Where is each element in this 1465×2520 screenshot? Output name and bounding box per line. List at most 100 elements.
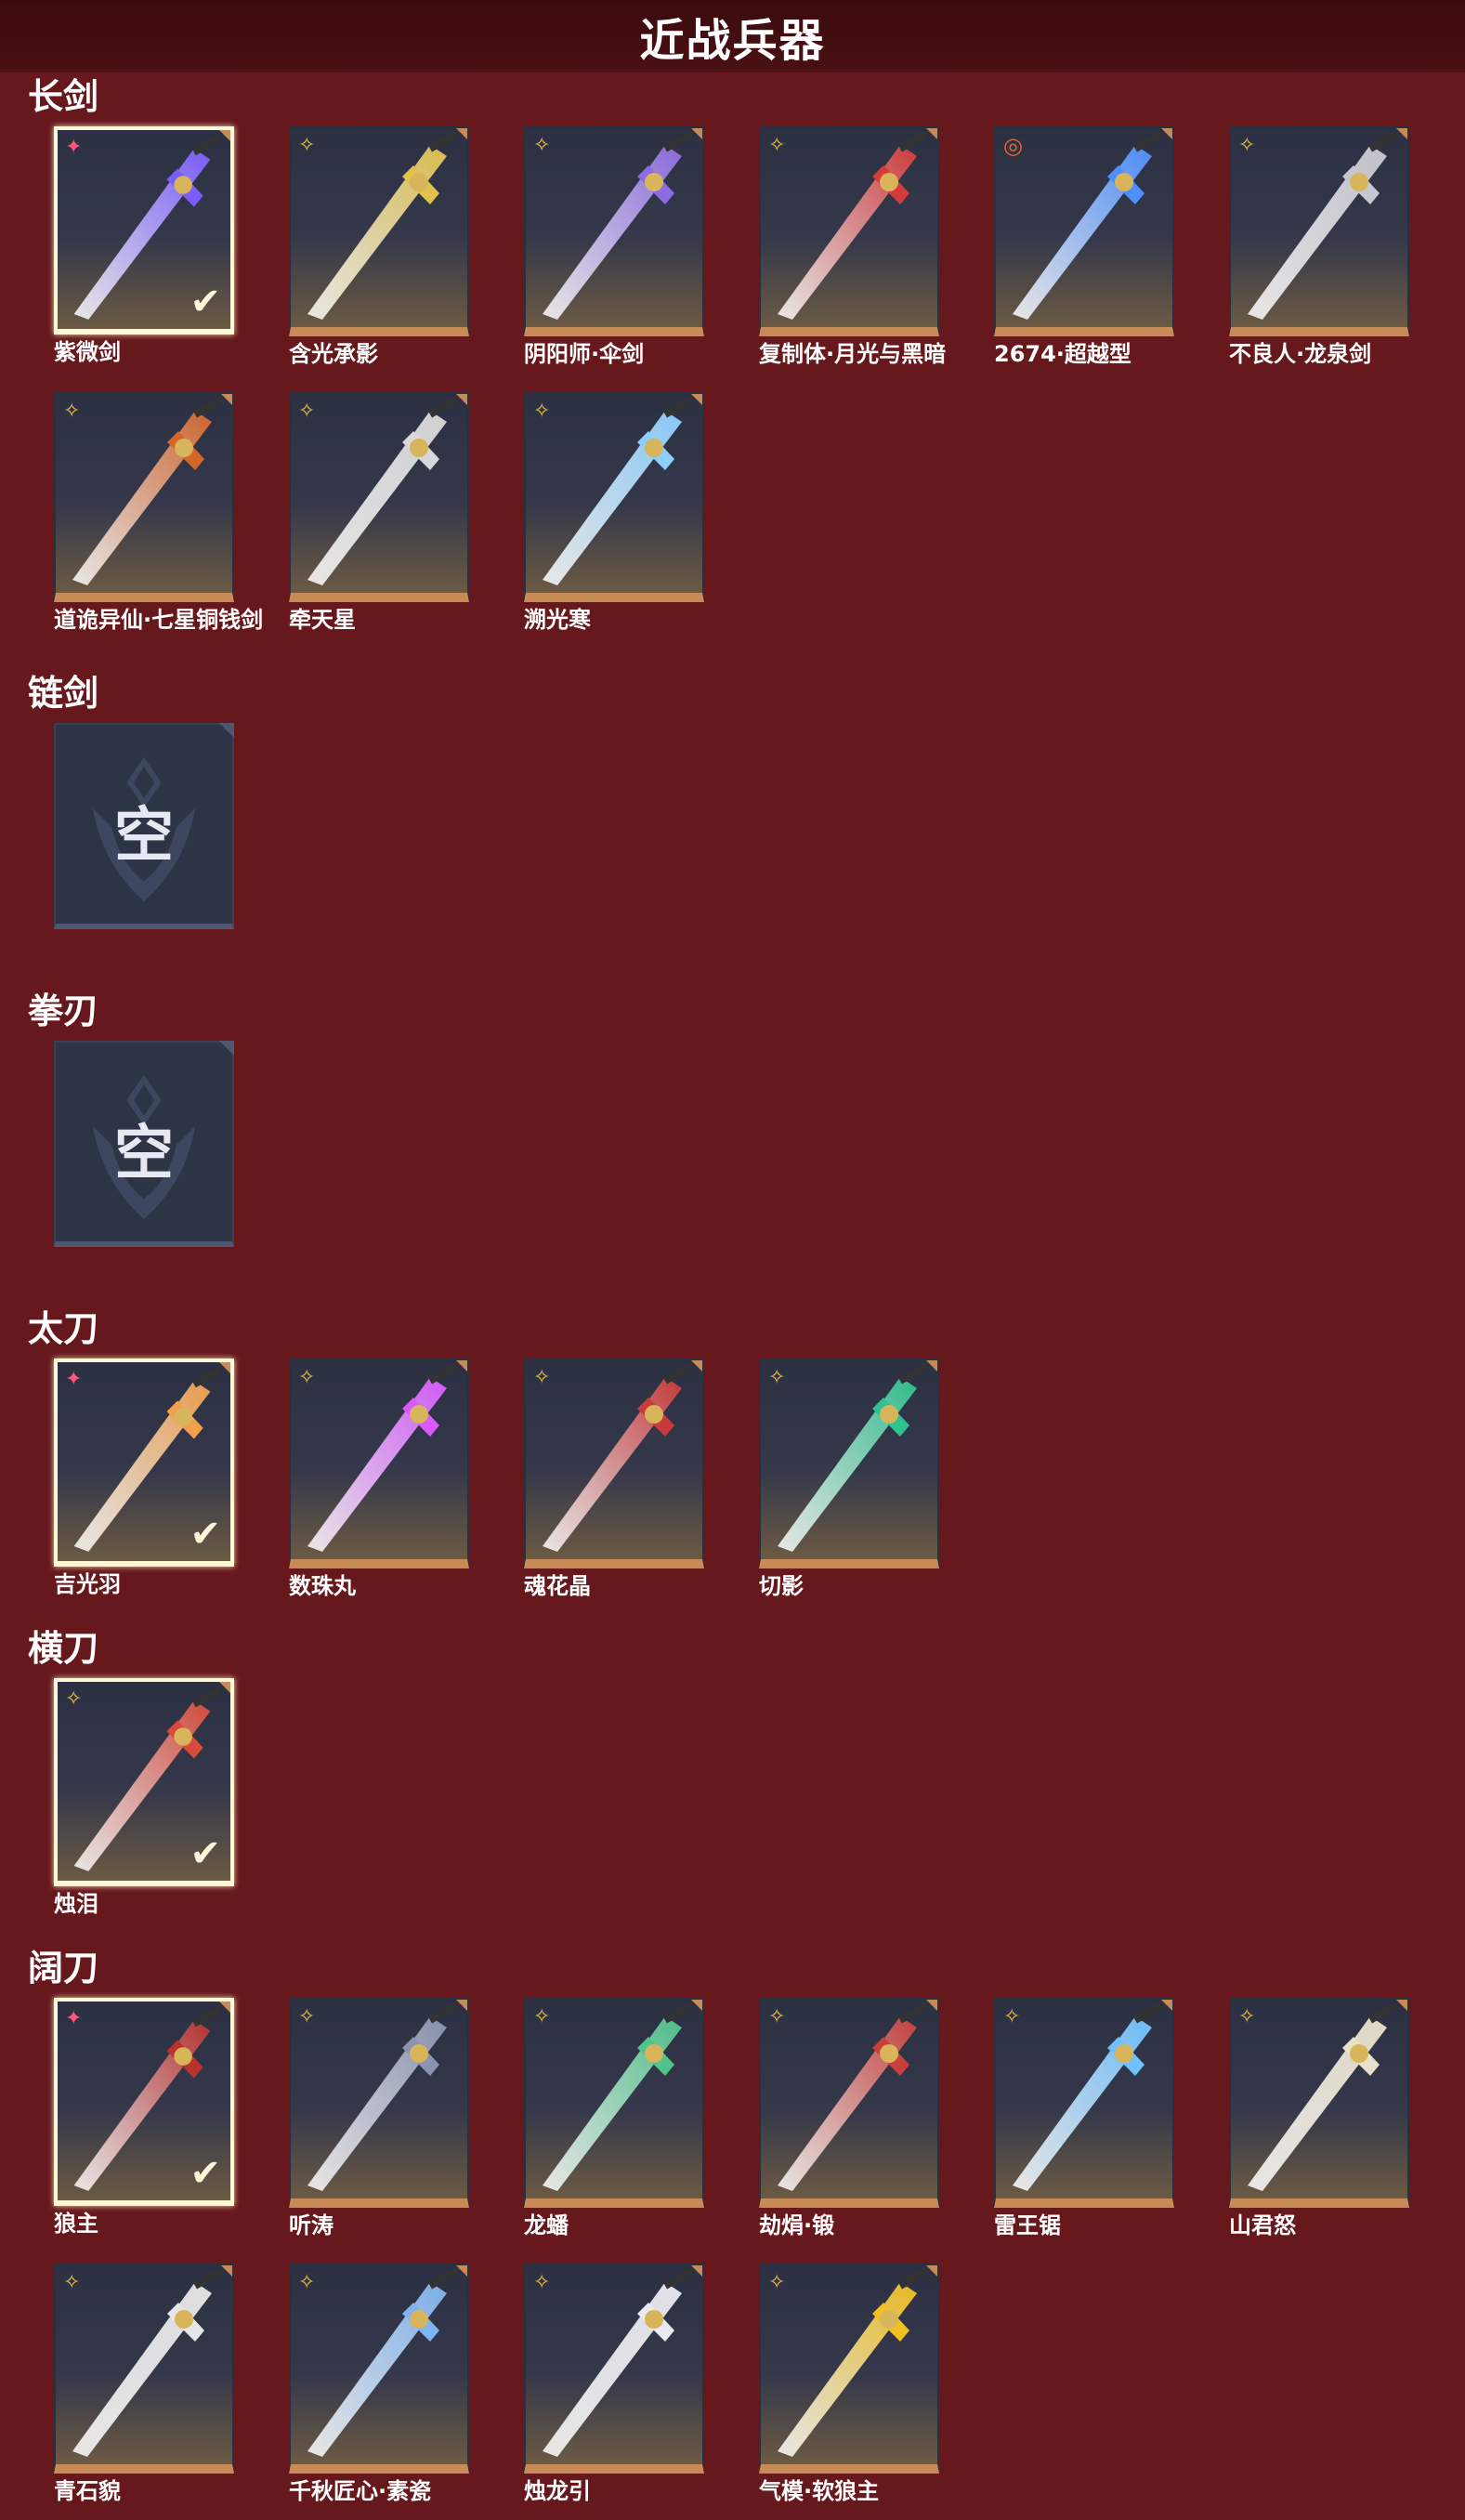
- weapon-card[interactable]: ◎ 2674·超越型: [994, 126, 1174, 368]
- weapon-name: 道诡异仙·七星铜钱剑: [54, 607, 264, 633]
- rarity-icon: ✧: [768, 1366, 786, 1389]
- weapon-tile[interactable]: ✧: [289, 1998, 469, 2208]
- weapon-icon: [307, 1362, 458, 1552]
- weapon-tile[interactable]: ✧: [759, 1998, 939, 2208]
- weapon-icon: [1248, 2002, 1398, 2191]
- weapon-icon: [543, 1362, 693, 1552]
- empty-label: 空: [114, 802, 174, 871]
- weapon-name: 紫微剑: [54, 339, 121, 365]
- weapon-tile[interactable]: ✧: [54, 392, 234, 602]
- weapon-tile[interactable]: ✧: [524, 392, 704, 602]
- weapon-name: 龙蟠: [524, 2212, 569, 2238]
- rarity-icon: ✧: [768, 2005, 786, 2028]
- weapon-tile[interactable]: ✧: [289, 392, 469, 602]
- weapon-card[interactable]: ✦ ✔ 紫微剑: [54, 126, 234, 366]
- weapon-card[interactable]: ✦ ✔ 狼主: [54, 1998, 234, 2238]
- weapon-name: 听涛: [289, 2212, 334, 2238]
- weapon-name: 阴阳师·伞剑: [524, 341, 645, 367]
- weapon-tile[interactable]: ✦ ✔: [54, 1998, 234, 2206]
- weapon-name: 劫焆·锻: [759, 2212, 835, 2238]
- weapon-card[interactable]: ✧ 道诡异仙·七星铜钱剑: [54, 392, 264, 634]
- category-title: 链剑: [28, 673, 99, 714]
- weapon-tile[interactable]: ✧: [524, 1998, 704, 2208]
- weapon-name: 烛龙引: [524, 2478, 591, 2504]
- weapon-name: 吉光羽: [54, 1571, 121, 1597]
- rarity-icon: ✧: [768, 2271, 786, 2294]
- weapon-name: 青石貌: [54, 2478, 121, 2504]
- weapon-name: 数珠丸: [289, 1573, 356, 1599]
- rarity-icon: ✧: [533, 1366, 551, 1389]
- weapon-icon: [778, 2002, 928, 2191]
- weapon-tile[interactable]: ✧ ✔: [54, 1678, 234, 1886]
- weapon-tile[interactable]: ◎: [994, 126, 1174, 336]
- rarity-icon: ✦: [65, 2007, 83, 2030]
- weapon-card[interactable]: ✧ 数珠丸: [289, 1358, 469, 1600]
- weapon-tile[interactable]: ✧: [759, 1358, 939, 1568]
- weapon-tile[interactable]: ✦ ✔: [54, 1358, 234, 1567]
- weapon-card[interactable]: ✧ 复制体·月光与黑暗: [759, 126, 947, 368]
- weapon-tile[interactable]: ✧: [524, 126, 704, 336]
- weapon-tile[interactable]: ✧: [289, 2264, 469, 2474]
- weapon-name: 雷王锯: [994, 2212, 1061, 2238]
- weapon-tile[interactable]: ✧: [54, 2264, 234, 2474]
- weapon-tile[interactable]: ✧: [289, 1358, 469, 1568]
- weapon-card[interactable]: ✧ 龙蟠: [524, 1998, 704, 2239]
- weapon-card[interactable]: ✧ 阴阳师·伞剑: [524, 126, 704, 368]
- weapon-name: 含光承影: [289, 341, 378, 367]
- rarity-icon: ◎: [1003, 133, 1023, 159]
- weapon-name: 千秋匠心·素瓷: [289, 2478, 432, 2504]
- weapon-tile[interactable]: ✧: [1229, 126, 1409, 336]
- rarity-icon: ✧: [298, 2005, 316, 2028]
- weapon-card[interactable]: ✧ 气模·软狼主: [759, 2264, 939, 2505]
- category-title: 横刀: [28, 1628, 99, 1669]
- weapon-icon: [543, 396, 693, 585]
- weapon-icon: [72, 396, 223, 585]
- weapon-name: 气模·软狼主: [759, 2478, 880, 2504]
- weapon-tile[interactable]: ✧: [524, 1358, 704, 1568]
- category-title: 拳刃: [28, 991, 99, 1031]
- weapon-card[interactable]: ✧ 烛龙引: [524, 2264, 704, 2505]
- rarity-icon: ✧: [298, 1366, 316, 1389]
- weapon-card[interactable]: ✧ 山君怒: [1229, 1998, 1409, 2239]
- weapon-icon: [543, 130, 693, 320]
- weapon-card[interactable]: ✧ 千秋匠心·素瓷: [289, 2264, 469, 2505]
- rarity-icon: ✧: [533, 400, 551, 423]
- weapon-tile[interactable]: ✦ ✔: [54, 126, 234, 335]
- weapon-card[interactable]: ✧ ✔ 烛泪: [54, 1678, 234, 1918]
- empty-slot[interactable]: 空: [54, 723, 234, 929]
- weapon-card[interactable]: ✧ 听涛: [289, 1998, 469, 2239]
- weapon-tile[interactable]: ✧: [524, 2264, 704, 2474]
- weapon-name: 溯光寒: [524, 607, 591, 633]
- weapon-card[interactable]: ✧ 雷王锯: [994, 1998, 1174, 2239]
- weapon-tile[interactable]: ✧: [759, 2264, 939, 2474]
- weapon-icon: [307, 2002, 458, 2191]
- weapon-card[interactable]: ✧ 牵天星: [289, 392, 469, 634]
- weapon-card[interactable]: ✧ 劫焆·锻: [759, 1998, 939, 2239]
- weapon-tile[interactable]: ✧: [1229, 1998, 1409, 2208]
- weapon-card[interactable]: ✦ ✔ 吉光羽: [54, 1358, 234, 1598]
- weapon-name: 牵天星: [289, 607, 356, 633]
- weapon-icon: [543, 2267, 693, 2457]
- weapon-icon: [307, 396, 458, 585]
- weapon-name: 复制体·月光与黑暗: [759, 341, 947, 367]
- empty-slot[interactable]: 空: [54, 1041, 234, 1247]
- weapon-card[interactable]: ✧ 青石貌: [54, 2264, 234, 2505]
- equipped-check-icon: ✔: [190, 1832, 221, 1875]
- weapon-card[interactable]: ✧ 不良人·龙泉剑: [1229, 126, 1409, 368]
- rarity-icon: ✧: [65, 1687, 83, 1711]
- category-title: 长剑: [28, 76, 99, 117]
- rarity-icon: ✧: [1238, 2005, 1256, 2028]
- rarity-icon: ✧: [298, 2271, 316, 2294]
- weapon-tile[interactable]: ✧: [759, 126, 939, 336]
- weapon-card[interactable]: ✧ 溯光寒: [524, 392, 704, 634]
- weapon-tile[interactable]: ✧: [994, 1998, 1174, 2208]
- weapon-tile[interactable]: ✧: [289, 126, 469, 336]
- weapon-card[interactable]: ✧ 含光承影: [289, 126, 469, 368]
- equipped-check-icon: ✔: [190, 1513, 221, 1555]
- weapon-card[interactable]: ✧ 魂花晶: [524, 1358, 704, 1600]
- weapon-card[interactable]: ✧ 切影: [759, 1358, 939, 1600]
- weapon-icon: [778, 2267, 928, 2457]
- weapon-name: 切影: [759, 1573, 804, 1599]
- rarity-icon: ✧: [533, 134, 551, 157]
- rarity-icon: ✧: [533, 2005, 551, 2028]
